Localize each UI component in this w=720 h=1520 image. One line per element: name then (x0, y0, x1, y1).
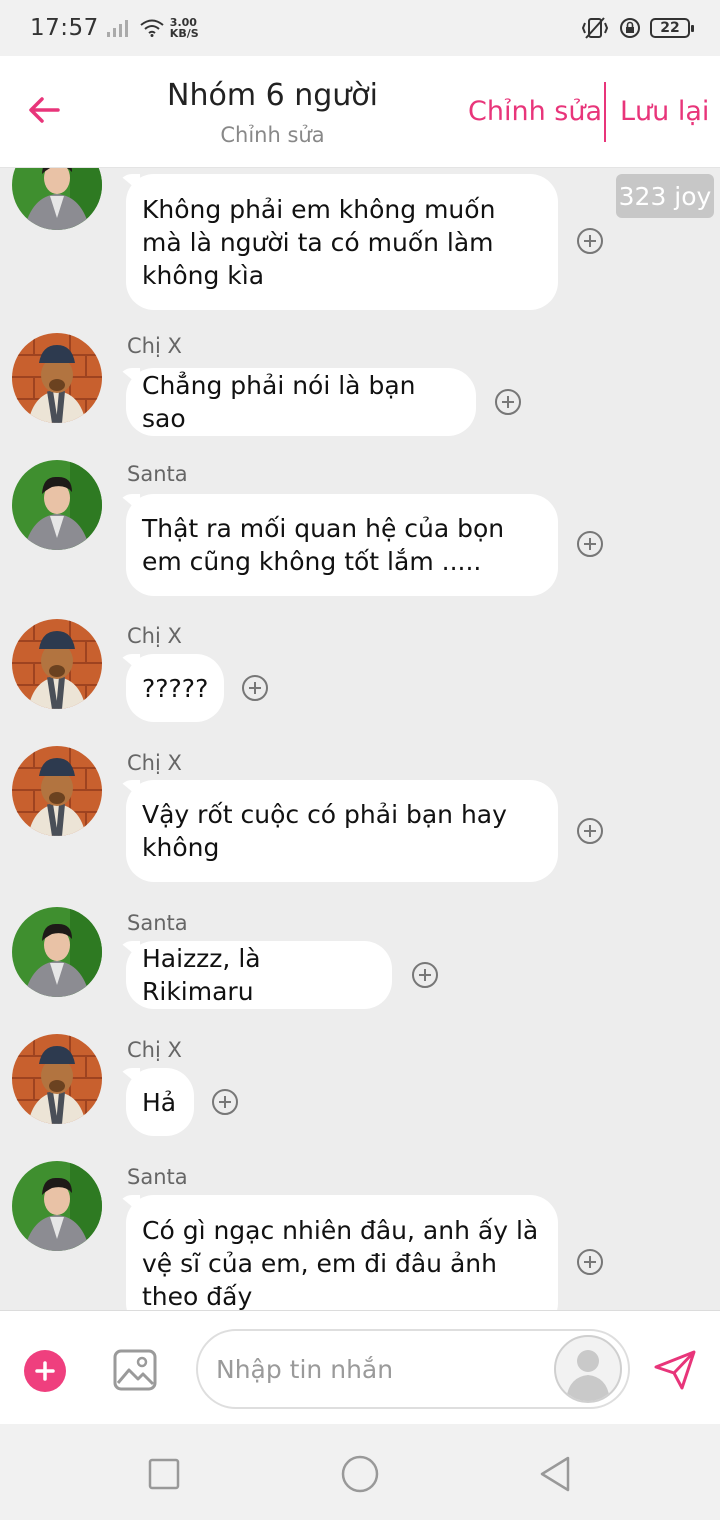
wifi-icon (140, 19, 164, 37)
message-bubble[interactable]: Chẳng phải nói là bạn sao (126, 368, 476, 436)
message-bubble[interactable]: Vậy rốt cuộc có phải bạn hay không (126, 780, 558, 882)
santa-avatar[interactable] (12, 460, 102, 550)
header-divider (604, 82, 606, 142)
react-plus-icon[interactable] (577, 818, 603, 844)
message-bubble[interactable]: Haizzz, là Rikimaru (126, 941, 392, 1009)
message-text: Vậy rốt cuộc có phải bạn hay không (142, 800, 507, 862)
message-text: Không phải em không muốn mà là người ta … (142, 194, 496, 290)
status-time: 17:57 (30, 15, 99, 41)
sender-name: Chị X (127, 624, 182, 648)
react-plus-icon[interactable] (212, 1089, 238, 1115)
message-bubble[interactable]: Không phải em không muốn mà là người ta … (126, 174, 558, 310)
message-text: Chẳng phải nói là bạn sao (142, 371, 416, 433)
message-bubble[interactable]: Thật ra mối quan hệ của bọn em cũng khôn… (126, 494, 558, 596)
sender-name: Santa (127, 462, 188, 486)
send-icon[interactable] (652, 1347, 698, 1393)
edit-button[interactable]: Chỉnh sửa (468, 96, 602, 127)
save-button[interactable]: Lưu lại (620, 96, 709, 127)
message-text: Hả (142, 1087, 177, 1117)
chat-header: Nhóm 6 người Chỉnh sửa Chỉnh sửa Lưu lại (0, 56, 720, 168)
message-text: Có gì ngạc nhiên đâu, anh ấy là vệ sĩ củ… (142, 1215, 539, 1311)
home-icon[interactable] (340, 1454, 380, 1494)
message-input-container (196, 1329, 630, 1409)
user-avatar-icon[interactable] (554, 1335, 622, 1403)
message-text: Thật ra mối quan hệ của bọn em cũng khôn… (142, 514, 505, 576)
dog-avatar[interactable] (12, 619, 102, 709)
sender-name: Chị X (127, 751, 182, 775)
react-plus-icon[interactable] (577, 531, 603, 557)
message-input[interactable] (216, 1349, 546, 1389)
net-speed-unit: KB/S (169, 27, 199, 40)
message-list[interactable]: 323 joy Không phải em không muốn mà là n… (0, 168, 720, 1310)
group-title: Nhóm 6 người (167, 78, 378, 113)
image-icon[interactable] (112, 1347, 158, 1393)
dog-avatar[interactable] (12, 333, 102, 423)
sender-name: Chị X (127, 334, 182, 358)
joy-badge: 323 joy (616, 174, 714, 218)
santa-avatar[interactable] (12, 1161, 102, 1251)
vibrate-icon (581, 17, 609, 39)
message-bubble[interactable]: ????? (126, 654, 224, 722)
message-bubble[interactable]: Hả (126, 1068, 194, 1136)
composer-bar (0, 1310, 720, 1424)
react-plus-icon[interactable] (412, 962, 438, 988)
dog-avatar[interactable] (12, 746, 102, 836)
signal-icon (106, 19, 128, 37)
recent-apps-icon[interactable] (144, 1454, 184, 1494)
message-text: Haizzz, là Rikimaru (142, 944, 261, 1006)
status-icons: 22 (580, 16, 694, 40)
status-bar: 17:57 3.00 KB/S 22 (0, 0, 720, 56)
back-nav-icon[interactable] (536, 1454, 576, 1494)
santa-avatar[interactable] (12, 907, 102, 997)
dog-avatar[interactable] (12, 1034, 102, 1124)
message-text: ????? (142, 673, 209, 703)
rotation-lock-icon (620, 18, 640, 38)
group-subtitle: Chỉnh sửa (220, 123, 325, 147)
react-plus-icon[interactable] (495, 389, 521, 415)
add-plus-icon[interactable] (24, 1350, 66, 1392)
sender-name: Chị X (127, 1038, 182, 1062)
sender-name: Santa (127, 911, 188, 935)
battery-icon: 22 (650, 18, 694, 38)
system-nav-bar (0, 1424, 720, 1520)
santa-avatar[interactable] (12, 168, 102, 230)
react-plus-icon[interactable] (577, 1249, 603, 1275)
net-speed: 3.00 KB/S (170, 17, 199, 39)
back-arrow-icon[interactable] (24, 90, 64, 130)
react-plus-icon[interactable] (242, 675, 268, 701)
react-plus-icon[interactable] (577, 228, 603, 254)
message-bubble[interactable]: Có gì ngạc nhiên đâu, anh ấy là vệ sĩ củ… (126, 1195, 558, 1310)
sender-name: Santa (127, 1165, 188, 1189)
